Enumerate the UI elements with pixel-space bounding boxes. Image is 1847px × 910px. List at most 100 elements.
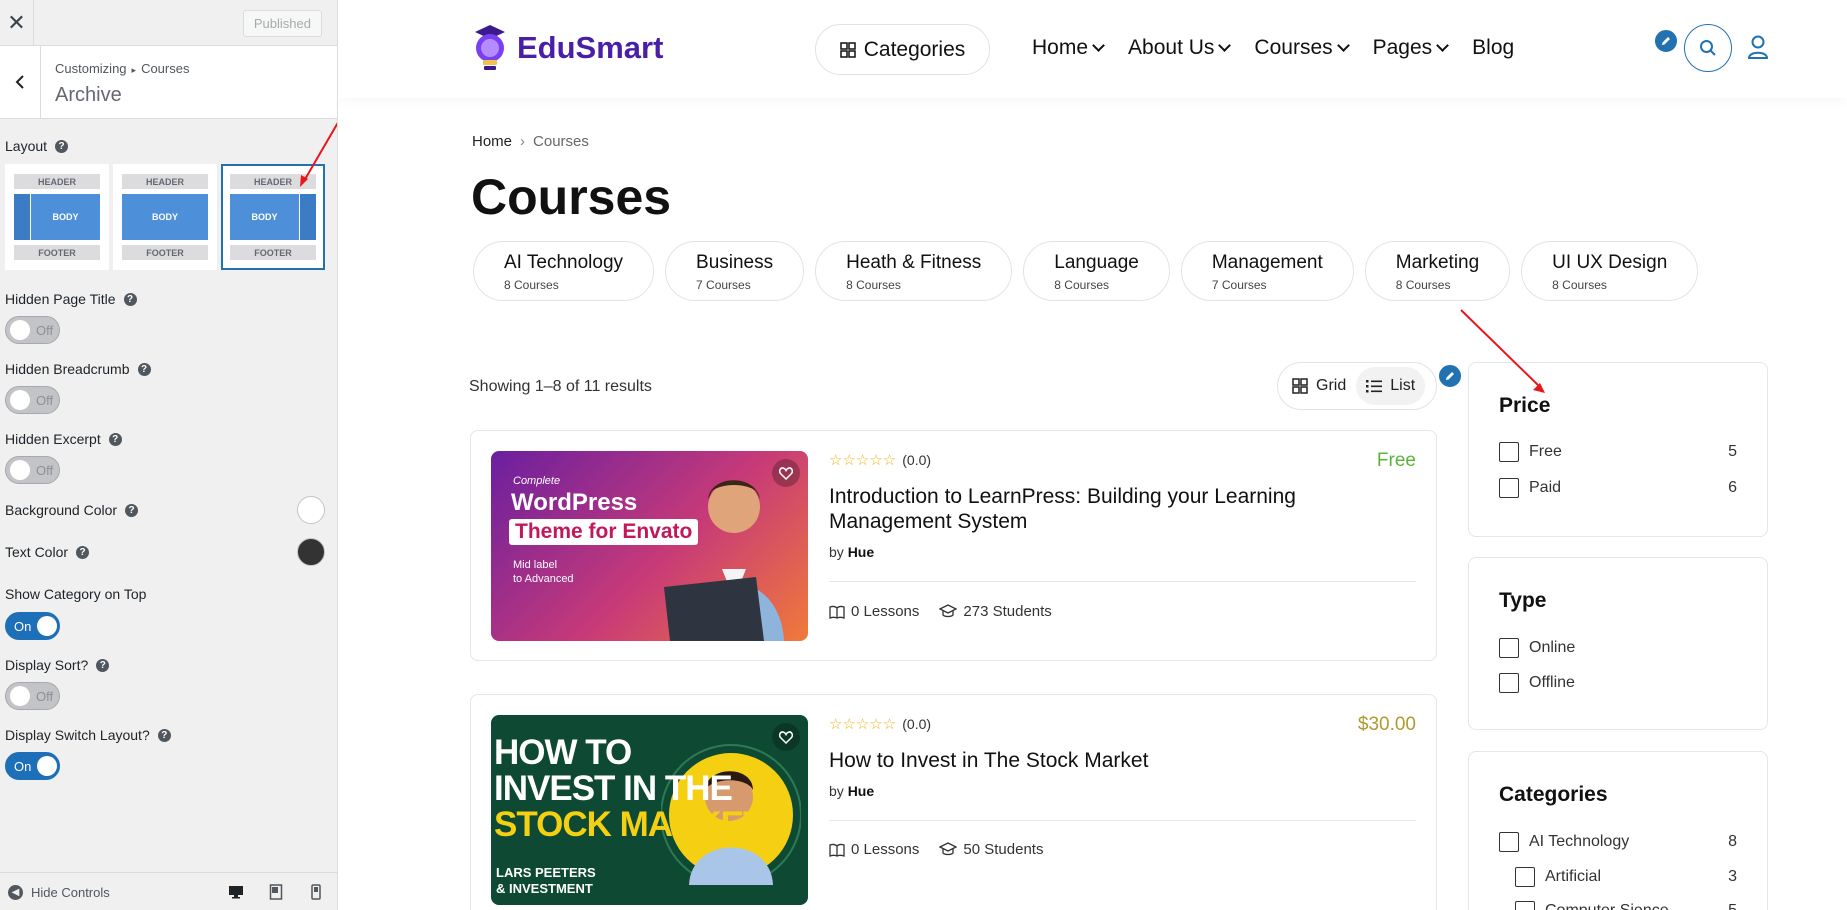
filter-option[interactable]: Free 5: [1499, 442, 1737, 462]
filter-option[interactable]: AI Technology 8: [1499, 832, 1737, 852]
help-icon[interactable]: ?: [96, 658, 110, 672]
text-color-swatch[interactable]: [297, 538, 325, 566]
nav-item-home[interactable]: Home: [1032, 36, 1105, 60]
categories-button[interactable]: Categories: [815, 24, 990, 75]
thumb-text: WordPress: [511, 489, 638, 516]
customizer-topbar: ✕ Published: [0, 0, 337, 46]
edit-shortcut-pencil-icon[interactable]: [1653, 28, 1679, 54]
layout-header-block: HEADER: [230, 174, 316, 189]
desktop-icon[interactable]: [228, 884, 244, 900]
course-title[interactable]: Introduction to LearnPress: Building you…: [829, 484, 1349, 534]
display-switch-layout-toggle[interactable]: On: [5, 752, 60, 780]
categories-filter-widget: Categories AI Technology 8 Artificial 3 Co…: [1468, 751, 1768, 910]
customizer-panel: ✕ Published Customizing ▸ Courses Archive …: [0, 0, 338, 910]
back-button[interactable]: [0, 46, 41, 118]
close-icon[interactable]: ✕: [0, 0, 34, 46]
author-name[interactable]: Hue: [848, 544, 874, 560]
user-icon[interactable]: [1746, 34, 1770, 60]
heart-icon[interactable]: [772, 459, 800, 487]
category-pill[interactable]: AI Technology 8 Courses: [473, 241, 655, 301]
toggle-state: Off: [36, 688, 54, 704]
help-icon[interactable]: ?: [123, 292, 137, 306]
control-label-text: Background Color: [5, 502, 118, 518]
hidden-breadcrumb-toggle[interactable]: Off: [5, 386, 60, 414]
publish-button[interactable]: Published: [242, 10, 322, 37]
help-icon[interactable]: ?: [125, 503, 139, 517]
nav-item-pages[interactable]: Pages: [1373, 36, 1450, 60]
checkbox[interactable]: [1499, 442, 1519, 462]
option-count: 6: [1728, 479, 1737, 496]
nav-label: About Us: [1128, 36, 1215, 59]
divider: [829, 581, 1416, 582]
checkbox[interactable]: [1499, 832, 1519, 852]
category-pill[interactable]: Heath & Fitness 8 Courses: [815, 241, 1013, 301]
person-with-laptop-illustration: [664, 480, 784, 641]
breadcrumb: Home › Courses: [472, 133, 589, 150]
filter-option[interactable]: Artificial 3: [1515, 867, 1737, 887]
category-pill[interactable]: Business 7 Courses: [665, 241, 805, 301]
control-label-text: Hidden Excerpt: [5, 431, 101, 447]
hide-controls-button[interactable]: ◀ Hide Controls: [8, 885, 110, 900]
site-logo[interactable]: EduSmart: [471, 22, 663, 74]
help-icon[interactable]: ?: [55, 139, 69, 153]
search-icon: [1700, 40, 1716, 56]
checkbox[interactable]: [1515, 901, 1535, 910]
triangle-right-icon: ▸: [131, 65, 137, 75]
checkbox[interactable]: [1499, 638, 1519, 658]
help-icon[interactable]: ?: [137, 362, 151, 376]
filter-option[interactable]: Online: [1499, 638, 1737, 658]
nav-item-blog[interactable]: Blog: [1472, 36, 1514, 60]
toggle-state: On: [14, 758, 32, 774]
author-name[interactable]: Hue: [848, 783, 874, 799]
help-icon[interactable]: ?: [76, 545, 90, 559]
results-count: Showing 1–8 of 11 results: [469, 378, 652, 395]
checkbox[interactable]: [1515, 867, 1535, 887]
chevron-down-icon: [1336, 39, 1350, 52]
category-pill[interactable]: Management 7 Courses: [1180, 241, 1354, 301]
show-category-on-top-toggle[interactable]: On: [5, 612, 60, 640]
nav-item-about-us[interactable]: About Us: [1128, 36, 1232, 60]
layout-body-text: BODY: [151, 212, 178, 222]
layout-left-sidebar[interactable]: HEADER BODY FOOTER: [5, 164, 109, 270]
course-title[interactable]: How to Invest in The Stock Market: [829, 748, 1349, 773]
nav-item-courses[interactable]: Courses: [1254, 36, 1350, 60]
grid-view-button[interactable]: Grid: [1282, 367, 1356, 405]
background-color-swatch[interactable]: [297, 496, 325, 524]
students-text: 50 Students: [963, 841, 1044, 858]
course-thumbnail[interactable]: Complete WordPress Theme for Envato Mid …: [491, 451, 808, 641]
edit-shortcut-pencil-icon[interactable]: [1437, 363, 1463, 389]
course-card[interactable]: Complete WordPress Theme for Envato Mid …: [470, 430, 1437, 661]
category-pill[interactable]: Marketing 8 Courses: [1364, 241, 1511, 301]
checkbox[interactable]: [1499, 673, 1519, 693]
layout-footer-block: FOOTER: [122, 245, 208, 260]
list-view-button[interactable]: List: [1356, 367, 1426, 405]
checkbox[interactable]: [1499, 478, 1519, 498]
layout-right-sidebar[interactable]: HEADER BODY FOOTER: [221, 164, 325, 270]
option-label: Free: [1529, 443, 1562, 460]
filter-option[interactable]: Offline: [1499, 673, 1737, 693]
course-card[interactable]: HOW TO INVEST IN THE STOCK MARKET LARS P…: [470, 694, 1437, 910]
option-label: Online: [1529, 639, 1576, 656]
breadcrumb-home[interactable]: Home: [472, 133, 512, 150]
tablet-icon[interactable]: [268, 884, 284, 900]
mobile-icon[interactable]: [308, 884, 324, 900]
chevron-left-icon: [15, 75, 24, 89]
hidden-excerpt-label: Hidden Excerpt?: [5, 431, 122, 447]
filter-option[interactable]: Paid 6: [1499, 478, 1737, 498]
course-thumbnail[interactable]: HOW TO INVEST IN THE STOCK MARKET LARS P…: [491, 715, 808, 905]
text-color-label: Text Color?: [5, 544, 90, 560]
display-sort-toggle[interactable]: Off: [5, 682, 60, 710]
help-icon[interactable]: ?: [157, 728, 171, 742]
device-preview-buttons: [228, 884, 324, 900]
hidden-excerpt-toggle[interactable]: Off: [5, 456, 60, 484]
students-text: 273 Students: [963, 603, 1052, 620]
hidden-page-title-toggle[interactable]: Off: [5, 316, 60, 344]
help-icon[interactable]: ?: [108, 432, 122, 446]
option-count: 5: [1728, 902, 1737, 910]
layout-no-sidebar[interactable]: HEADER BODY FOOTER: [113, 164, 217, 270]
category-pill[interactable]: UI UX Design 8 Courses: [1521, 241, 1699, 301]
search-button[interactable]: [1684, 24, 1732, 72]
filter-option[interactable]: Computer Sience 5: [1515, 901, 1737, 910]
category-pill[interactable]: Language 8 Courses: [1023, 241, 1170, 301]
heart-icon[interactable]: [772, 723, 800, 751]
